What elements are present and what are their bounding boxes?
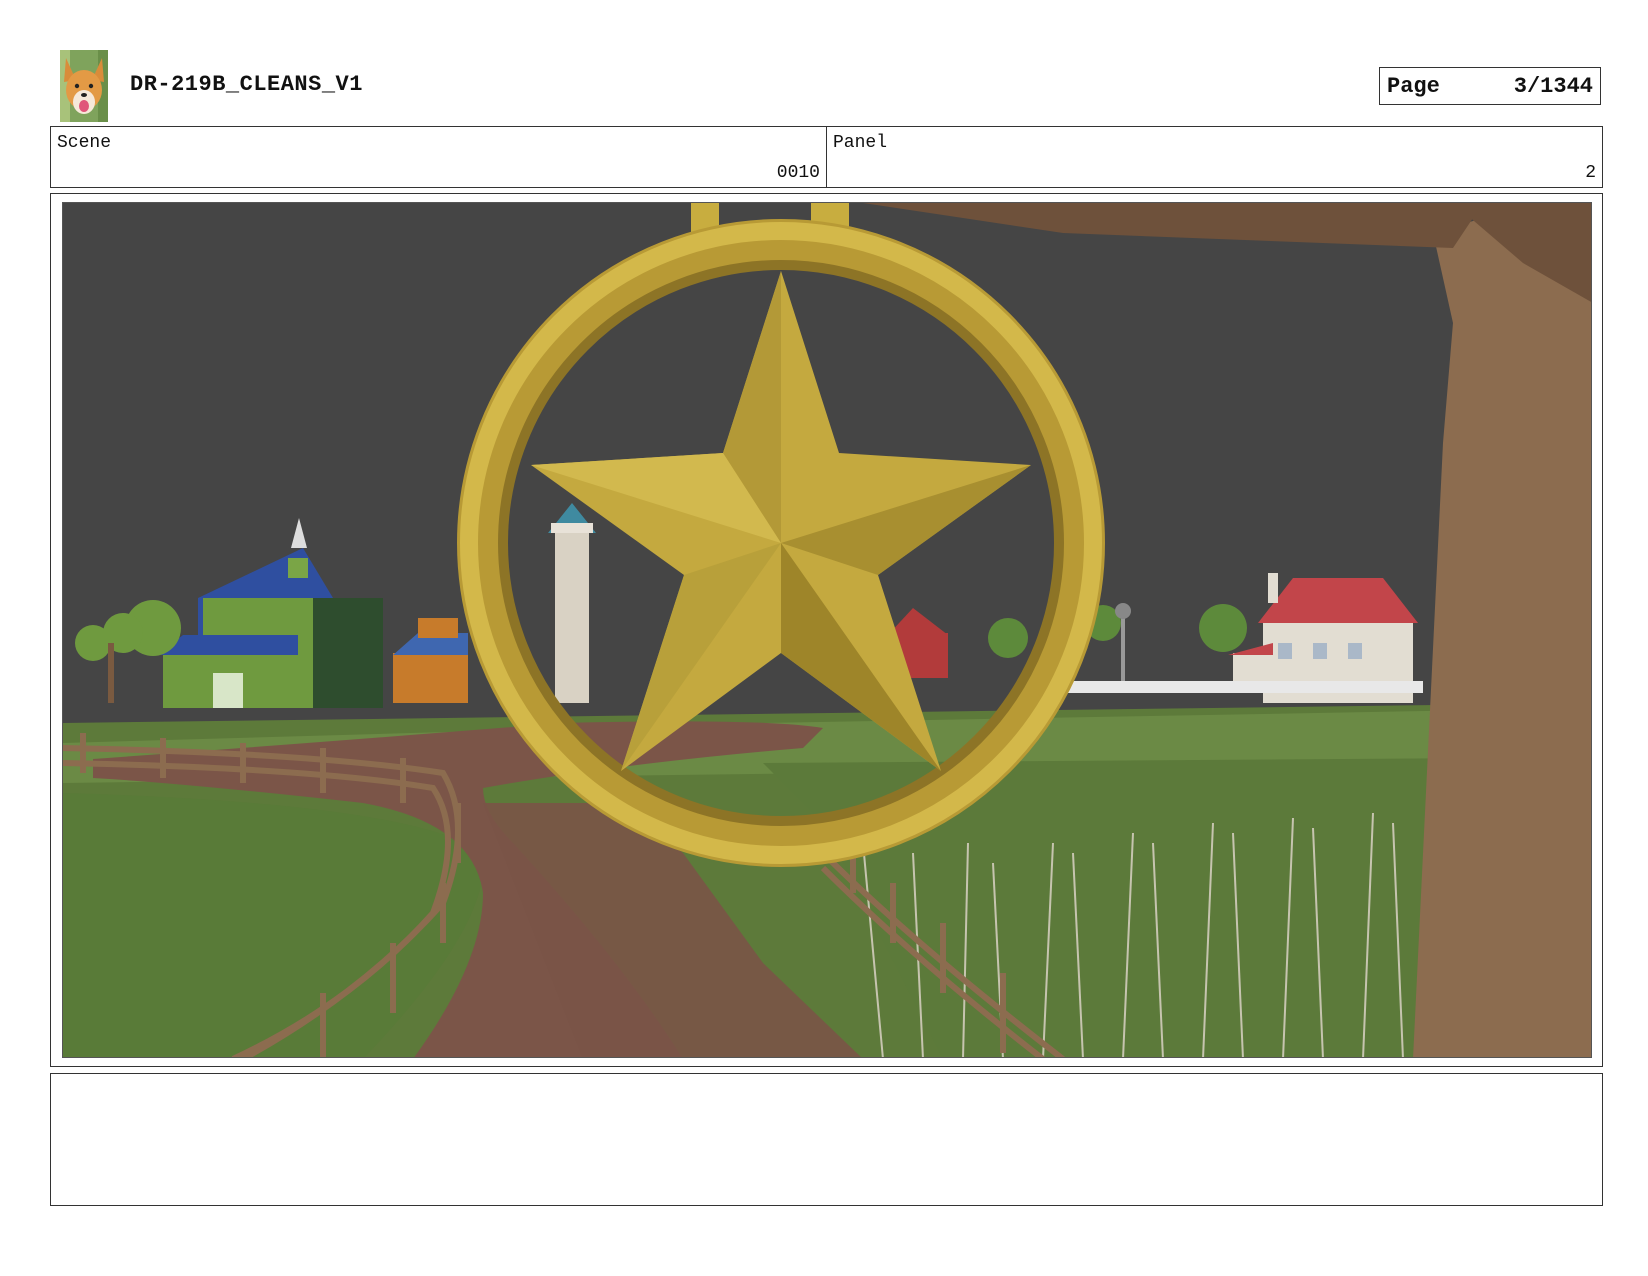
panel-number: 2 — [1585, 163, 1596, 183]
page-indicator: Page 3/1344 — [1379, 67, 1601, 105]
panel-notes-box[interactable] — [50, 1073, 1603, 1206]
scene-label: Scene — [57, 133, 112, 153]
farm-scene-star-sign-image — [62, 202, 1592, 1058]
corgi-dog-logo — [60, 50, 108, 122]
storyboard-panel-frame — [50, 193, 1603, 1067]
panel-cell: Panel 2 — [826, 127, 1602, 187]
page-label: Page — [1387, 73, 1440, 99]
scene-cell: Scene 0010 — [51, 127, 826, 187]
scene-panel-info-row: Scene 0010 Panel 2 — [50, 126, 1603, 188]
panel-label: Panel — [833, 133, 888, 153]
document-title: DR-219B_CLEANS_V1 — [130, 72, 363, 97]
page-number: 3/1344 — [1513, 73, 1593, 99]
scene-number: 0010 — [776, 163, 820, 183]
